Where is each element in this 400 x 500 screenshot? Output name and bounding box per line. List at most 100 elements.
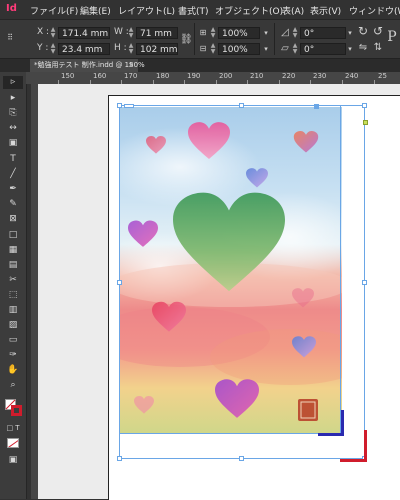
scale-x-dropdown-icon[interactable]: ▾ [262, 27, 270, 39]
resize-handle[interactable] [239, 103, 244, 108]
menu-layout[interactable]: レイアウト(L) [118, 4, 175, 17]
note-tool-icon[interactable]: ▭ [3, 334, 23, 347]
menu-type[interactable]: 書式(T) [178, 4, 209, 17]
control-panel: ⠿ X : ▲ ▼ 171.4 mm Y : ▲ ▼ 23.4 mm W : ▲ ▼ … [0, 20, 400, 59]
close-tab-icon[interactable]: × [128, 59, 134, 72]
resize-handle[interactable] [362, 280, 367, 285]
resize-handle[interactable] [117, 280, 122, 285]
menu-file[interactable]: ファイル(F) [30, 4, 78, 17]
scissors-tool-icon[interactable]: ✂ [3, 274, 23, 287]
line-tool-icon[interactable]: ╱ [3, 168, 23, 181]
rotate-stepper-icon[interactable]: ▲ ▼ [292, 27, 298, 39]
document-tab[interactable]: *勉強用テスト 制作.indd @ 150% × [30, 59, 145, 72]
rotate-field[interactable]: 0° [300, 27, 346, 39]
content-collector-tool-icon[interactable]: ▣ [3, 137, 23, 150]
menu-object[interactable]: オブジェクト(O) [215, 4, 283, 17]
content-grabber-handle[interactable] [314, 104, 319, 109]
format-affects-container-icon[interactable]: □ T [3, 422, 23, 435]
fill-stroke-swatch[interactable] [5, 399, 23, 417]
rotate-ccw-icon[interactable]: ↺ [372, 25, 384, 37]
menu-table[interactable]: 表(A) [282, 4, 304, 17]
shear-field[interactable]: 0° [300, 43, 346, 55]
selection-frame[interactable] [119, 105, 365, 459]
rectangle-frame-tool-icon[interactable]: ⊠ [3, 213, 23, 226]
ruler-origin[interactable] [26, 72, 38, 84]
shear-icon: ▱ [281, 43, 289, 54]
vertical-ruler [31, 84, 38, 499]
scale-x-icon: ⊞ [199, 28, 207, 37]
resize-handle[interactable] [117, 456, 122, 461]
rotate-dropdown-icon[interactable]: ▾ [346, 27, 354, 39]
y-stepper-icon[interactable]: ▲ ▼ [50, 43, 56, 55]
menu-edit[interactable]: 編集(E) [80, 4, 111, 17]
image-edge [119, 433, 341, 434]
ruler-tick: 170 [124, 72, 138, 80]
zoom-tool-icon[interactable]: ⌕ [3, 379, 23, 392]
y-label: Y : [37, 43, 49, 53]
rotate-cw-icon[interactable]: ↻ [357, 25, 369, 37]
x-stepper-icon[interactable]: ▲ ▼ [50, 27, 56, 39]
page-tool-icon[interactable]: ⎘ [3, 107, 23, 120]
live-corner-handle[interactable] [363, 120, 368, 125]
ruler-tick: 200 [219, 72, 233, 80]
x-field[interactable]: 171.4 mm [58, 27, 110, 39]
shear-dropdown-icon[interactable]: ▾ [346, 43, 354, 55]
pencil-tool-icon[interactable]: ✎ [3, 198, 23, 211]
x-label: X : [37, 27, 50, 37]
apply-none-button[interactable] [7, 438, 19, 448]
shear-stepper-icon[interactable]: ▲ ▼ [292, 43, 298, 55]
divider [274, 23, 275, 55]
reference-point-icon[interactable]: ⠿ [4, 32, 16, 44]
direct-selection-tool-icon[interactable]: ▸ [3, 92, 23, 105]
ruler-tick: 220 [282, 72, 296, 80]
gap-tool-icon[interactable]: ↔ [3, 122, 23, 135]
screen-mode-icon[interactable]: ▣ [3, 454, 23, 467]
scale-y-dropdown-icon[interactable]: ▾ [262, 43, 270, 55]
ruler-tick: 210 [250, 72, 264, 80]
ruler-tick: 240 [345, 72, 359, 80]
rectangle-tool-icon[interactable]: □ [3, 229, 23, 242]
table-tool-icon[interactable]: ▦ [3, 244, 23, 257]
tools-panel: ▹ ▸ ⎘ ↔ ▣ T ╱ ✒ ✎ ⊠ □ ▦ ▤ ✂ ⬚ ▥ ▨ ▭ ✑ ✋ … [0, 72, 27, 499]
w-field[interactable]: 71 mm [136, 27, 178, 39]
stroke-swatch[interactable] [11, 405, 22, 416]
hand-tool-icon[interactable]: ✋ [3, 364, 23, 377]
resize-handle[interactable] [362, 103, 367, 108]
scale-x-field[interactable]: 100% [218, 27, 260, 39]
eyedropper-tool-icon[interactable]: ✑ [3, 349, 23, 362]
menu-window[interactable]: ウィンドウ(W) [349, 4, 400, 17]
menu-view[interactable]: 表示(V) [310, 4, 341, 17]
h-field[interactable]: 102 mm [136, 43, 178, 55]
selection-tool-icon[interactable]: ▹ [3, 76, 23, 89]
resize-handle[interactable] [117, 103, 122, 108]
ruler-tick: 150 [61, 72, 75, 80]
gradient-feather-tool-icon[interactable]: ▨ [3, 319, 23, 332]
w-label: W : [114, 27, 129, 37]
scale-x-stepper-icon[interactable]: ▲ ▼ [210, 27, 216, 39]
h-stepper-icon[interactable]: ▲ ▼ [128, 43, 134, 55]
h-label: H : [114, 43, 127, 53]
constrain-proportions-icon[interactable]: ⛓ [180, 34, 193, 46]
grid-tool-icon[interactable]: ▤ [3, 259, 23, 272]
menu-bar: Id ファイル(F) 編集(E) レイアウト(L) 書式(T) オブジェクト(O… [0, 0, 400, 20]
flip-status-icon: P [387, 29, 397, 45]
app-logo: Id [6, 3, 17, 14]
w-stepper-icon[interactable]: ▲ ▼ [128, 27, 134, 39]
y-field[interactable]: 23.4 mm [58, 43, 110, 55]
resize-handle[interactable] [239, 456, 244, 461]
ruler-tick: 25 [378, 72, 387, 80]
type-tool-icon[interactable]: T [3, 153, 23, 166]
ruler-tick: 180 [156, 72, 170, 80]
free-transform-tool-icon[interactable]: ⬚ [3, 289, 23, 302]
scale-y-field[interactable]: 100% [218, 43, 260, 55]
rotate-icon: ◿ [281, 27, 289, 38]
pen-tool-icon[interactable]: ✒ [3, 183, 23, 196]
gradient-swatch-tool-icon[interactable]: ▥ [3, 304, 23, 317]
divider [194, 23, 195, 55]
document-tab-bar: *勉強用テスト 制作.indd @ 150% × [0, 59, 400, 72]
flip-horizontal-icon[interactable]: ⇋ [357, 42, 369, 54]
corner-options-handle[interactable] [124, 104, 134, 108]
flip-vertical-icon[interactable]: ⇅ [372, 42, 384, 54]
bleed-mark-red [340, 459, 367, 462]
scale-y-stepper-icon[interactable]: ▲ ▼ [210, 43, 216, 55]
